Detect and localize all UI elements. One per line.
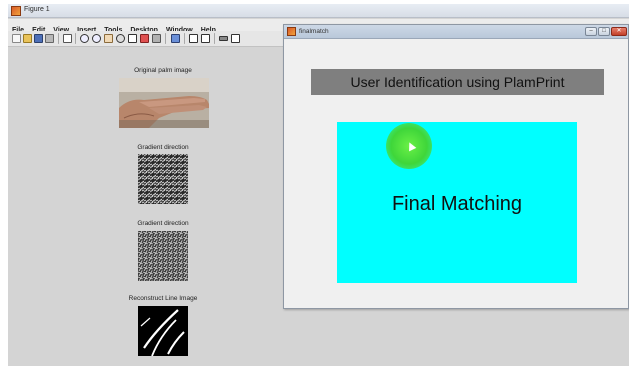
rotate-icon[interactable] [116,34,125,43]
title-banner: User Identification using PlamPrint [311,69,604,95]
link-icon[interactable] [152,34,161,43]
pan-icon[interactable] [104,34,113,43]
finalmatch-titlebar[interactable]: finalmatch – □ ✕ [284,25,628,39]
toolbar-separator [58,33,59,44]
zoom-in-icon[interactable] [80,34,89,43]
colorbar-icon[interactable] [171,34,180,43]
finalmatch-window: finalmatch – □ ✕ User Identification usi… [283,24,629,309]
save-icon[interactable] [34,34,43,43]
reconstruct-line-image [138,306,188,356]
new-figure-icon[interactable] [12,34,21,43]
brush-icon[interactable] [140,34,149,43]
figure-titlebar[interactable]: Figure 1 [8,4,629,18]
minimize-button[interactable]: – [585,27,597,36]
close-button[interactable]: ✕ [611,27,627,36]
gradient-direction-image [138,231,188,281]
legend-icon[interactable] [189,34,198,43]
matlab-icon [287,27,296,36]
figure-title: Figure 1 [24,6,50,13]
toolbar-separator [184,33,185,44]
data-cursor-icon[interactable] [128,34,137,43]
zoom-out-icon[interactable] [92,34,101,43]
toolbar-separator [165,33,166,44]
close-icon: ✕ [616,28,622,34]
dock-icon[interactable] [231,34,240,43]
toolbar-separator [75,33,76,44]
matlab-icon [11,6,21,16]
open-icon[interactable] [23,34,32,43]
toolbar-separator [214,33,215,44]
final-matching-panel[interactable]: Final Matching [337,122,577,283]
palm-image [119,78,209,128]
print-icon[interactable] [45,34,54,43]
maximize-icon: □ [602,28,606,34]
subplot-title: Reconstruct Line Image [128,295,198,302]
minimize-icon: – [589,28,593,34]
pointer-icon[interactable] [63,34,72,43]
subplot-title: Gradient direction [137,144,189,151]
show-plot-tools-icon[interactable] [219,36,228,41]
subplot-title: Original palm image [134,67,192,74]
gradient-direction-image [138,154,188,204]
hide-plot-tools-icon[interactable] [201,34,210,43]
finalmatch-title: finalmatch [299,28,329,35]
maximize-button[interactable]: □ [598,27,610,36]
subplot-title: Gradient direction [137,220,189,227]
final-matching-label: Final Matching [391,193,523,215]
